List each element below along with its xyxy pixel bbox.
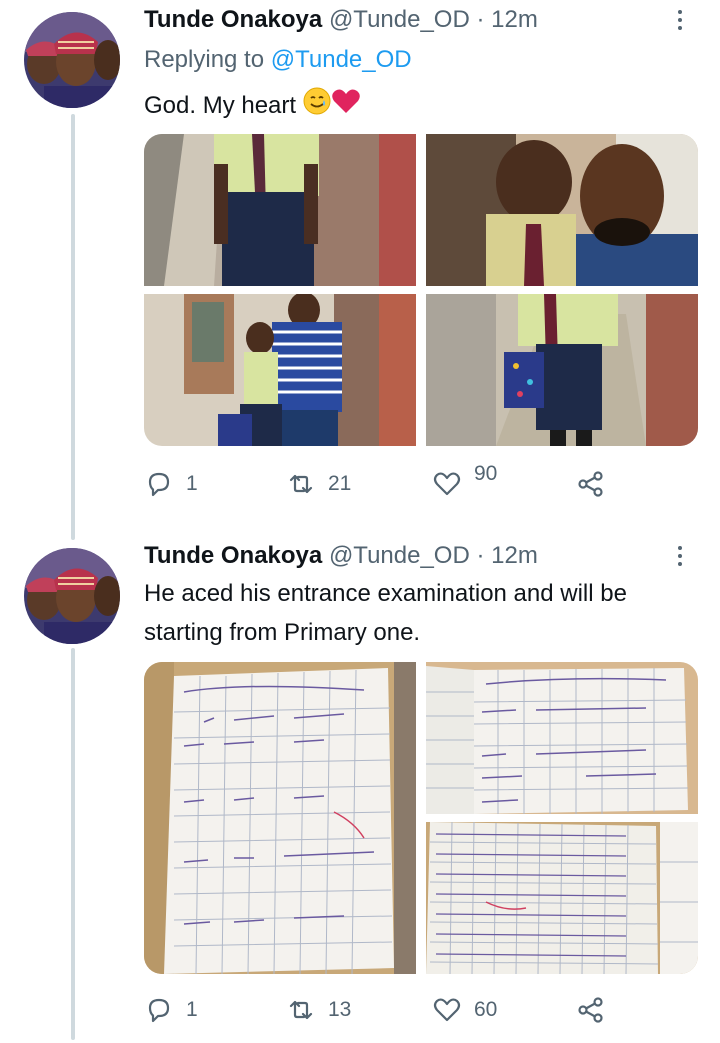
heart-icon — [433, 998, 461, 1022]
reply-count: 1 — [186, 472, 198, 495]
photo[interactable] — [426, 662, 698, 814]
photo[interactable] — [426, 822, 698, 974]
retweet-button[interactable]: 13 — [286, 990, 351, 1030]
red-heart-icon — [331, 87, 361, 127]
reply-count: 1 — [186, 998, 198, 1021]
tweet-actions: 1 21 90 — [144, 462, 624, 504]
like-count: 60 — [474, 998, 498, 1021]
tweet-text: He aced his entrance examination and wil… — [144, 580, 627, 646]
user-handle[interactable]: @Tunde_OD — [329, 542, 470, 569]
like-button[interactable]: 60 — [432, 990, 497, 1030]
like-count: 90 — [474, 462, 498, 485]
photo[interactable] — [426, 134, 698, 286]
retweet-button[interactable]: 21 — [286, 464, 351, 504]
display-name[interactable]: Tunde Onakoya — [144, 6, 322, 33]
smiling-face-with-tear-icon — [303, 87, 331, 127]
share-icon — [578, 997, 603, 1023]
user-handle[interactable]: @Tunde_OD — [329, 6, 470, 33]
retweet-icon — [289, 474, 313, 494]
tweet-text-content: God. My heart — [144, 92, 297, 119]
separator-dot: · — [476, 542, 485, 569]
photo[interactable] — [426, 294, 698, 446]
reply-button[interactable]: 1 — [144, 464, 198, 504]
retweet-count: 13 — [328, 998, 352, 1021]
share-icon — [578, 471, 603, 497]
more-options-icon[interactable] — [668, 540, 692, 572]
tweet-actions: 1 13 60 — [144, 990, 624, 1030]
reply-icon — [148, 998, 170, 1023]
heart-icon — [433, 472, 461, 496]
retweet-icon — [289, 1000, 313, 1020]
avatar[interactable] — [24, 12, 120, 108]
photo[interactable] — [144, 662, 416, 974]
display-name[interactable]: Tunde Onakoya — [144, 542, 322, 569]
like-button[interactable]: 90 — [432, 462, 498, 504]
media-grid[interactable] — [144, 662, 698, 974]
photo[interactable] — [144, 134, 416, 286]
tweet-text: God. My heart — [144, 86, 704, 127]
replying-to: Replying to @Tunde_OD — [144, 44, 412, 76]
tweet-header: Tunde Onakoya @Tunde_OD · 12m — [144, 4, 690, 36]
reply-button[interactable]: 1 — [144, 990, 198, 1030]
timestamp[interactable]: 12m — [491, 542, 538, 569]
reply-icon — [148, 472, 170, 497]
replying-to-label: Replying to — [144, 46, 265, 73]
timestamp[interactable]: 12m — [491, 6, 538, 33]
tweet[interactable]: Tunde Onakoya @Tunde_OD · 12m Replying t… — [0, 0, 720, 540]
share-button[interactable] — [576, 464, 606, 504]
photo[interactable] — [144, 294, 416, 446]
media-grid[interactable] — [144, 134, 698, 446]
separator-dot: · — [476, 6, 485, 33]
more-options-icon[interactable] — [668, 4, 692, 36]
avatar[interactable] — [24, 548, 120, 644]
mention-link[interactable]: @Tunde_OD — [271, 46, 412, 73]
tweet[interactable]: Tunde Onakoya @Tunde_OD · 12m He aced hi… — [0, 540, 720, 1043]
tweet-header: Tunde Onakoya @Tunde_OD · 12m — [144, 540, 690, 572]
retweet-count: 21 — [328, 472, 352, 495]
share-button[interactable] — [576, 990, 606, 1030]
